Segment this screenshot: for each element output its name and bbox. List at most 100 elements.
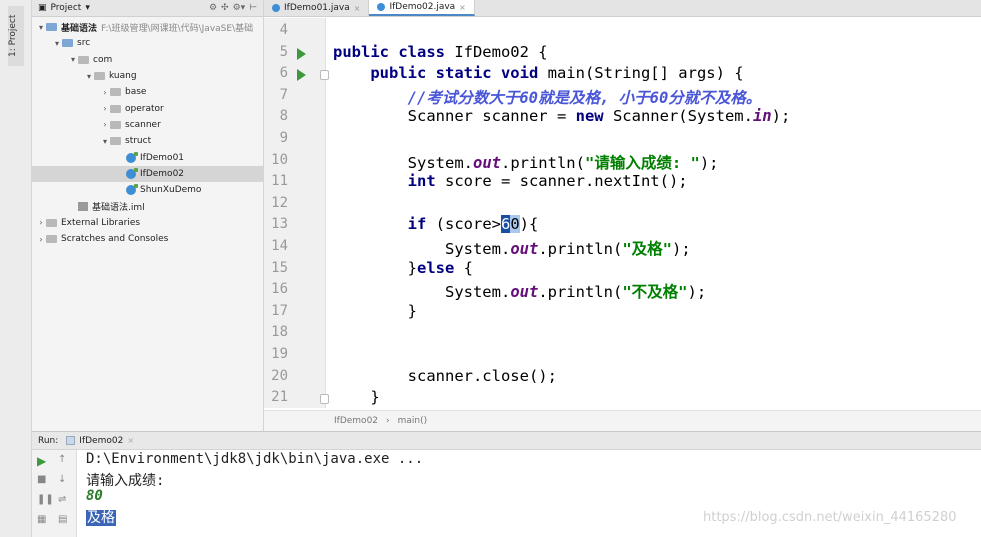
line-number: 16 xyxy=(271,281,288,298)
breadcrumb-class[interactable]: IfDemo02 xyxy=(334,416,378,426)
project-header-icons: ⚙ ✣ ⚙▾ ⊢ xyxy=(209,3,263,13)
console-output: D:\Environment\jdk8\jdk\bin\java.exe ... xyxy=(86,451,424,467)
tree-item-label: IfDemo01 xyxy=(140,152,185,163)
code-line[interactable]: Scanner scanner = new Scanner(System.in)… xyxy=(333,107,791,125)
tree-item-label: src xyxy=(77,38,91,49)
line-number: 15 xyxy=(271,259,288,276)
code-line[interactable]: System.out.println("请输入成绩: "); xyxy=(333,151,719,173)
expand-arrow-icon[interactable]: › xyxy=(100,88,110,97)
line-number: 8 xyxy=(279,108,288,125)
tree-item-scratches-and-consoles[interactable]: › Scratches and Consoles xyxy=(32,231,263,247)
project-tree: ▾ 基础语法 F:\班级管理\网课班\代码\JavaSE\基础 ▾ src ▾ com ▾ ku… xyxy=(32,17,263,247)
tree-item-label: operator xyxy=(125,103,164,114)
code-line[interactable]: } xyxy=(333,302,417,320)
console-line: D:\Environment\jdk8\jdk\bin\java.exe ... xyxy=(86,451,423,467)
line-number: 5 xyxy=(279,43,288,60)
tree-item-shunxudemo[interactable]: ShunXuDemo xyxy=(32,182,263,198)
tree-item-ifdemo01[interactable]: IfDemo01 xyxy=(32,149,263,165)
rerun-icon[interactable]: ▶ xyxy=(37,454,46,468)
tab-label: IfDemo02.java xyxy=(389,2,456,12)
close-icon[interactable]: × xyxy=(127,436,134,445)
tree-item-label: com xyxy=(93,54,113,65)
code-line[interactable]: System.out.println("不及格"); xyxy=(333,280,706,302)
tree-item-operator[interactable]: › operator xyxy=(32,100,263,116)
code-line[interactable]: public static void main(String[] args) { xyxy=(333,64,743,82)
code-line[interactable]: if (score>60){ xyxy=(333,215,538,234)
tree-item-kuang[interactable]: ▾ kuang xyxy=(32,68,263,84)
tree-item-label: 基础语法 xyxy=(61,23,98,34)
expand-arrow-icon[interactable]: › xyxy=(36,235,46,244)
run-tab-label: IfDemo02 xyxy=(79,435,124,446)
tree-item-com[interactable]: ▾ com xyxy=(32,52,263,68)
line-number: 17 xyxy=(271,302,288,319)
stop-icon[interactable]: ■ xyxy=(37,474,46,485)
folder-icon xyxy=(62,39,73,48)
run-label: Run: xyxy=(38,435,59,446)
java-class-icon xyxy=(126,184,138,196)
expand-arrow-icon[interactable]: ▾ xyxy=(36,23,46,32)
code-line[interactable]: scanner.close(); xyxy=(333,367,557,385)
code-line[interactable]: System.out.println("及格"); xyxy=(333,237,691,259)
fold-icon[interactable] xyxy=(320,70,329,81)
project-tool-tab[interactable]: 1: Project xyxy=(8,6,24,66)
pause-icon[interactable]: ❚❚ xyxy=(37,494,54,505)
soft-wrap-icon[interactable]: ⇌ xyxy=(58,494,66,505)
run-tab[interactable]: IfDemo02 × xyxy=(66,436,134,446)
line-number: 14 xyxy=(271,238,288,254)
tree-item-src[interactable]: ▾ src xyxy=(32,35,263,51)
project-view-icon: ▣ xyxy=(38,3,47,13)
up-arrow-icon[interactable]: ↑ xyxy=(58,454,66,465)
expand-icon[interactable]: ✣ xyxy=(221,3,229,13)
gear-dropdown-icon[interactable]: ⚙▾ xyxy=(233,3,246,13)
tree-item-[interactable]: ▾ 基础语法 F:\班级管理\网课班\代码\JavaSE\基础 xyxy=(32,19,263,35)
code-line[interactable]: public class IfDemo02 { xyxy=(333,43,548,61)
tree-item-label: IfDemo02 xyxy=(140,168,185,179)
expand-arrow-icon[interactable]: › xyxy=(36,218,46,227)
expand-arrow-icon[interactable]: ▾ xyxy=(100,137,110,146)
expand-arrow-icon[interactable]: ▾ xyxy=(68,55,78,64)
print-icon[interactable]: ▤ xyxy=(58,514,67,525)
hide-panel-icon[interactable]: ⊢ xyxy=(249,3,257,13)
folder-icon xyxy=(94,72,105,81)
line-number: 13 xyxy=(271,216,288,233)
run-gutter-icon[interactable] xyxy=(297,69,306,82)
settings-icon[interactable]: ⚙ xyxy=(209,3,217,13)
tree-item-scanner[interactable]: › scanner xyxy=(32,117,263,133)
code-line[interactable]: } xyxy=(333,388,379,406)
tree-item-label: scanner xyxy=(125,119,161,130)
project-view-dropdown[interactable]: Project xyxy=(51,3,82,13)
line-number: 21 xyxy=(271,389,288,406)
code-line[interactable]: }else { xyxy=(333,259,473,277)
tab-ifdemo02-java[interactable]: IfDemo02.java × xyxy=(369,0,475,16)
tab-ifdemo01-java[interactable]: IfDemo01.java × xyxy=(264,0,370,16)
dump-threads-icon[interactable]: ▦ xyxy=(37,514,46,525)
expand-arrow-icon[interactable]: › xyxy=(100,120,110,129)
breadcrumb-method[interactable]: main() xyxy=(398,416,428,426)
folder-icon xyxy=(110,137,121,146)
expand-arrow-icon[interactable]: › xyxy=(100,104,110,113)
expand-arrow-icon[interactable]: ▾ xyxy=(84,72,94,81)
run-gutter-icon[interactable] xyxy=(297,47,306,60)
code-line[interactable]: int score = scanner.nextInt(); xyxy=(333,172,688,190)
line-number: 6 xyxy=(279,65,288,82)
down-arrow-icon[interactable]: ↓ xyxy=(58,474,66,485)
tree-item-external-libraries[interactable]: › External Libraries xyxy=(32,215,263,231)
tree-item-struct[interactable]: ▾ struct xyxy=(32,133,263,149)
code-line[interactable]: //考试分数大于60就是及格, 小于60分就不及格。 xyxy=(333,86,762,108)
expand-arrow-icon[interactable]: ▾ xyxy=(52,39,62,48)
console-line: 80 xyxy=(86,488,103,504)
console-output: 及格 xyxy=(86,509,116,526)
fold-icon[interactable] xyxy=(320,394,329,405)
close-icon[interactable]: × xyxy=(354,4,361,13)
tree-item-label: External Libraries xyxy=(61,217,141,228)
tree-item-iml[interactable]: 基础语法.iml xyxy=(32,198,263,214)
console-user-input: 80 xyxy=(86,488,103,504)
line-number: 19 xyxy=(271,346,288,362)
close-icon[interactable]: × xyxy=(459,3,466,12)
tree-item-ifdemo02[interactable]: IfDemo02 xyxy=(32,165,263,182)
console-output: 请输入成绩: xyxy=(86,472,165,489)
folder-icon xyxy=(110,120,121,129)
chevron-down-icon[interactable]: ▾ xyxy=(85,3,90,13)
code-editor[interactable]: public class IfDemo02 { public static vo… xyxy=(333,18,981,408)
tree-item-base[interactable]: › base xyxy=(32,84,263,100)
